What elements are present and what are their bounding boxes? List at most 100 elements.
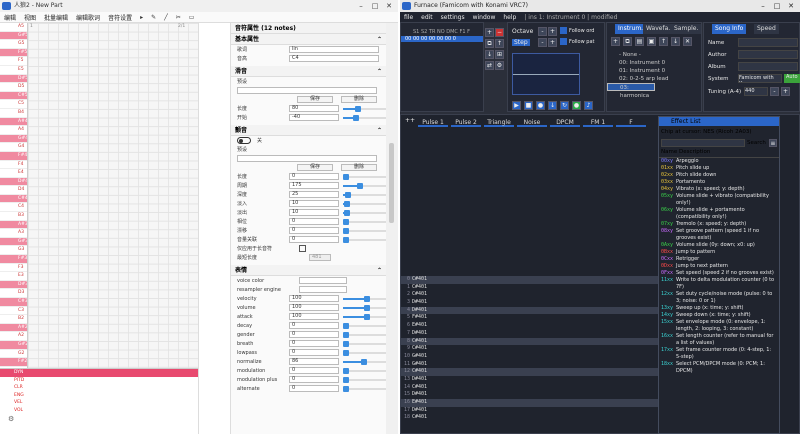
expression-tab-eng[interactable]: ENG [0,392,198,400]
param-slider[interactable] [343,368,386,374]
vib-check-box[interactable] [299,245,306,252]
effect-row[interactable]: 11xx Write to delta modulation counter (0… [659,277,779,291]
row-note[interactable]: C#401 [412,345,427,353]
param-slider[interactable] [343,192,386,198]
pattern-row[interactable]: 12 C#401 [400,368,658,376]
tuning-minus-button[interactable]: - [770,87,779,96]
octave-plus-button[interactable]: + [548,27,557,36]
row-note[interactable]: D#401 [412,330,427,338]
effect-row[interactable]: 15xx Set envelope mode (0: envelope, 1: l… [659,319,779,333]
pitch-input[interactable]: C4 [289,55,379,62]
menu-settings[interactable]: settings [441,14,465,21]
move-up-order-icon[interactable]: ↑ [495,39,504,48]
param-slider[interactable] [343,386,386,392]
pattern-row[interactable]: 6 E#401 [400,322,658,330]
channel-header[interactable]: FM 1 [583,118,613,127]
step-icon[interactable]: ↓ [548,101,557,110]
param-slider[interactable] [343,219,386,225]
menu-notes[interactable]: 音符设置 [108,13,132,22]
piano-key[interactable]: B3 [0,212,27,221]
order-settings-icon[interactable]: ⚙ [495,61,504,70]
tool-box-icon[interactable]: ▭ [189,14,195,21]
porta-length-input[interactable]: 80 [289,105,339,112]
param-input[interactable]: 0 [289,227,339,234]
param-input[interactable]: 0 [289,218,339,225]
piano-key[interactable]: F#4 [0,151,27,161]
effect-row[interactable]: 02xx Pitch slide down [659,172,779,179]
piano-key[interactable]: F4 [0,161,27,170]
effect-row[interactable]: 0Dxx Jump to next pattern [659,263,779,270]
step-plus-button[interactable]: + [548,38,557,47]
effect-row[interactable]: 07xy Tremolo (x: speed; y: depth) [659,221,779,228]
effect-row[interactable]: 0Cxx Retrigger [659,256,779,263]
vibrato-toggle[interactable] [237,137,251,144]
expression-section-header[interactable]: 表情 ⌃ [231,265,386,276]
row-note[interactable]: G#401 [412,353,427,361]
piano-keys[interactable]: A5 G#5 G5 F#5 F5 E5 D#5 D5 C#5 C5 B4 A#4 A4 G#4 G4 F#4 F… [0,23,28,368]
param-slider[interactable] [343,305,386,311]
move-down-order-icon[interactable]: ↓ [485,50,494,59]
tool-select-icon[interactable]: ▸ [140,14,143,21]
param-slider[interactable] [343,350,386,356]
pattern-row[interactable]: 8 C#401 [400,337,658,346]
param-input[interactable]: 0 [289,367,339,374]
pattern-row[interactable]: 2 C#401 [400,291,658,299]
piano-key[interactable]: E5 [0,66,27,75]
effect-row[interactable]: 17xx Set frame counter mode (0: 4-step, 1… [659,347,779,361]
piano-key[interactable]: G4 [0,143,27,152]
pattern-row[interactable]: 0 C#401 [400,276,658,284]
param-slider[interactable] [343,228,386,234]
tuning-input[interactable]: 440 [744,87,768,96]
param-input[interactable]: 0 [289,376,339,383]
param-slider[interactable] [343,323,386,329]
row-note[interactable]: D#401 [412,307,427,315]
effect-row[interactable]: 16xx Set length counter (refer to manual … [659,333,779,347]
row-note[interactable]: C#401 [412,276,427,284]
piano-key[interactable]: B4 [0,109,27,118]
save-instrument-icon[interactable]: ▣ [647,37,656,46]
menu-batch[interactable]: 批量编辑 [44,13,68,22]
piano-key[interactable]: E4 [0,169,27,178]
portamento-section-header[interactable]: 滑音 ⌃ [231,66,386,77]
piano-key[interactable]: A2 [0,332,27,341]
menu-lyrics[interactable]: 编辑歌词 [76,13,100,22]
clone-order-icon[interactable]: ⊞ [495,50,504,59]
vib-save-button[interactable]: 保存 [297,164,333,171]
piano-key[interactable]: D#3 [0,280,27,290]
pattern-row[interactable]: 18 C#401 [400,414,658,422]
vib-delete-button[interactable]: 删除 [341,164,377,171]
name-input[interactable] [738,38,798,47]
close-icon[interactable]: ✕ [784,0,798,12]
param-input[interactable]: 0 [289,331,339,338]
open-instrument-icon[interactable]: ▤ [635,37,644,46]
minimize-icon[interactable]: – [354,0,368,12]
tab-wavetables[interactable]: Wavefa. [643,24,674,34]
channel-header[interactable]: Triangle [484,118,514,127]
piano-key[interactable]: G#3 [0,237,27,247]
effect-row[interactable]: 08xy Set groove pattern (speed 1 if no gr… [659,228,779,242]
expression-tab-dyn[interactable]: DYN [0,369,198,377]
param-input[interactable]: 86 [289,358,339,365]
metronome-icon[interactable]: ♪ [584,101,593,110]
param-input[interactable]: 175 [289,182,339,189]
follow-orders-checkbox[interactable] [560,27,567,34]
tab-instruments[interactable]: Instrum. [615,24,647,34]
pattern-row[interactable]: 5 F#401 [400,314,658,322]
pattern-row[interactable]: 4 D#401 [400,306,658,315]
param-slider[interactable] [343,296,386,302]
param-slider[interactable] [343,210,386,216]
piano-key[interactable]: C#5 [0,91,27,101]
expression-tab-clr[interactable]: CLR [0,384,198,392]
row-note[interactable]: C#401 [412,291,427,299]
piano-key[interactable]: D5 [0,83,27,92]
param-slider[interactable] [343,341,386,347]
step-minus-button[interactable]: - [538,38,547,47]
effect-row[interactable]: 18xx Select PCM/DPCM mode (0: PCM; 1: DPC… [659,361,779,375]
pattern-row[interactable]: 16 E#401 [400,399,658,407]
param-input[interactable]: 100 [289,304,339,311]
menu-icon[interactable]: ≡ [768,138,777,147]
step-label[interactable]: Step [512,39,530,46]
author-input[interactable] [738,50,798,59]
piano-key[interactable]: A#3 [0,220,27,230]
channel-header[interactable]: DPCM [550,118,580,127]
